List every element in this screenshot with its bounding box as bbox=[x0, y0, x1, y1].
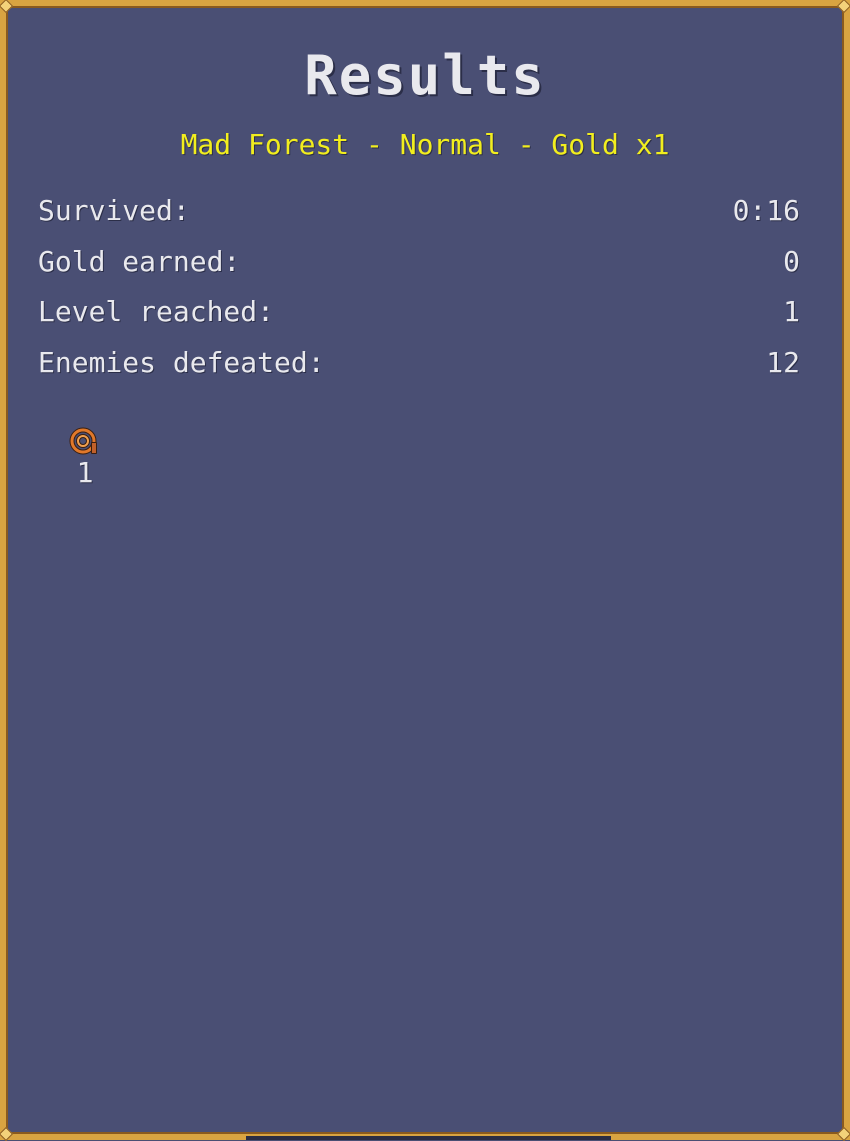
stat-label: Level reached: bbox=[38, 295, 275, 328]
stats-list: Survived: 0:16 Gold earned: 0 Level reac… bbox=[38, 192, 800, 394]
panel-bottom-tab bbox=[246, 1136, 611, 1140]
stat-value: 0 bbox=[783, 244, 800, 278]
panel-corner-ornament bbox=[0, 0, 14, 14]
results-panel bbox=[0, 0, 850, 1141]
weapon-slot[interactable]: 1 bbox=[62, 424, 108, 488]
panel-corner-ornament bbox=[836, 1126, 850, 1141]
weapon-level: 1 bbox=[76, 456, 94, 489]
stat-value: 1 bbox=[783, 295, 800, 328]
stat-value: 0:16 bbox=[732, 194, 800, 227]
stage-info: Mad Forest - Normal - Gold x1 bbox=[180, 128, 670, 161]
results-title: Results bbox=[304, 44, 546, 107]
stat-value: 12 bbox=[766, 345, 800, 379]
stat-label: Enemies defeated: bbox=[38, 345, 325, 379]
stat-row-gold: Gold earned: 0 bbox=[38, 243, 800, 294]
stat-label: Gold earned: bbox=[38, 244, 241, 278]
stat-row-level: Level reached: 1 bbox=[38, 293, 800, 344]
whip-icon bbox=[69, 427, 97, 455]
panel-corner-ornament bbox=[836, 0, 850, 14]
weapons-list: 1 bbox=[62, 424, 108, 488]
panel-corner-ornament bbox=[0, 1126, 14, 1141]
stat-row-enemies: Enemies defeated: 12 bbox=[38, 344, 800, 395]
stat-row-survived: Survived: 0:16 bbox=[38, 192, 800, 243]
stat-label: Survived: bbox=[38, 194, 190, 227]
